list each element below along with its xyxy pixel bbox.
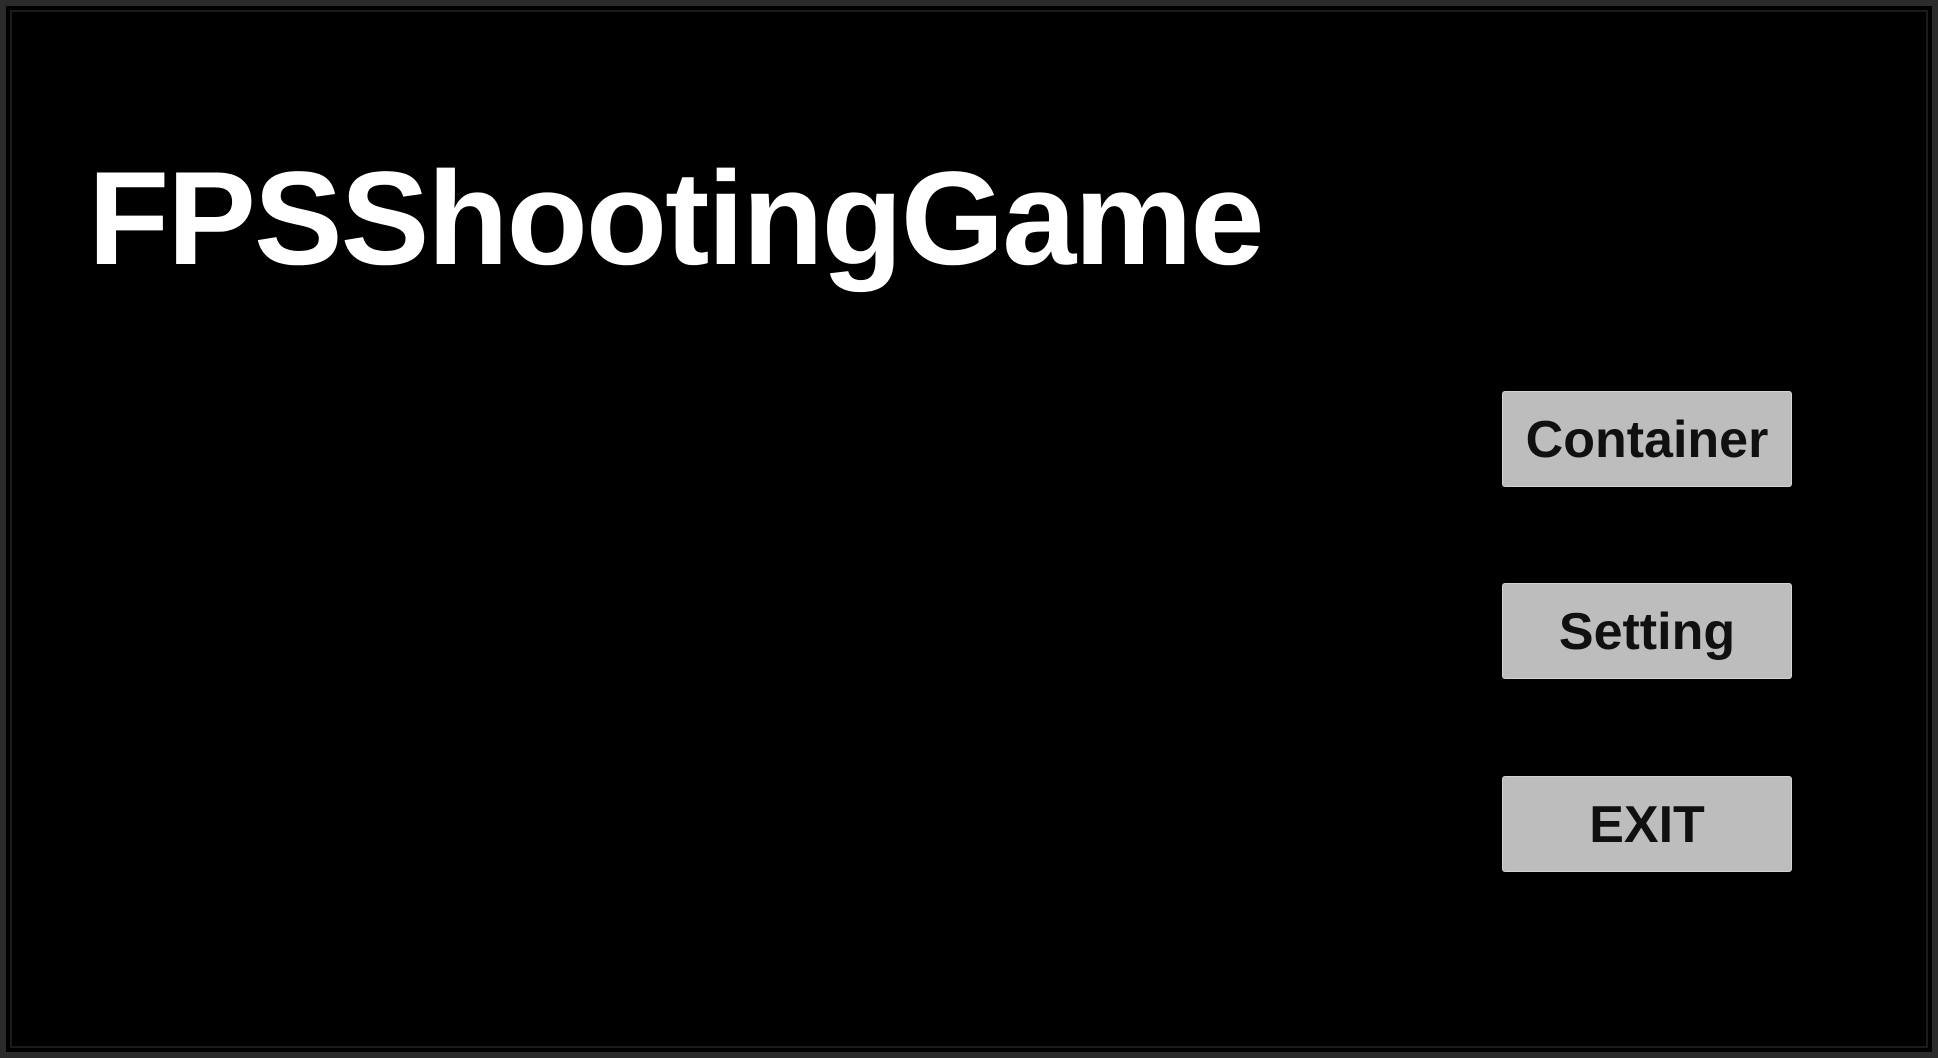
setting-button[interactable]: Setting: [1502, 583, 1792, 679]
container-button[interactable]: Container: [1502, 391, 1792, 487]
exit-button[interactable]: EXIT: [1502, 776, 1792, 872]
game-screen: FPSShootingGame Container Setting EXIT: [0, 0, 1938, 1058]
game-title: FPSShootingGame: [88, 145, 1264, 293]
